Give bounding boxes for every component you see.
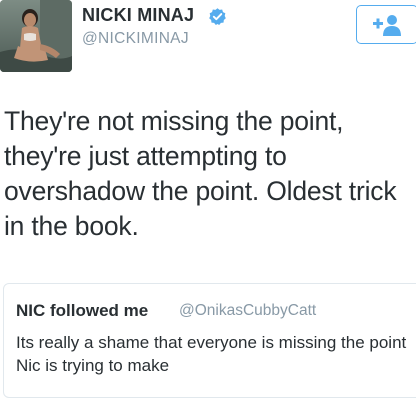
quoted-text: Its really a shame that everyone is miss… xyxy=(16,333,407,375)
handle[interactable]: @NICKIMINAJ xyxy=(82,30,189,48)
profile-photo-icon xyxy=(0,0,72,72)
quoted-handle: @OnikasCubbyCatt xyxy=(179,302,317,319)
verified-badge-icon xyxy=(209,8,226,25)
tweet-text: They're not missing the point, they're j… xyxy=(4,106,397,241)
follow-button[interactable] xyxy=(356,5,416,44)
display-name[interactable]: NICKI MINAJ xyxy=(82,5,194,26)
quoted-display-name: NIC followed me xyxy=(16,301,149,320)
quoted-tweet[interactable]: NIC followed me @OnikasCubbyCatt Its rea… xyxy=(3,283,416,398)
tweet-card: NICKI MINAJ @NICKIMINAJ They're not miss… xyxy=(0,0,416,408)
avatar[interactable] xyxy=(0,0,72,72)
follow-user-plus-icon xyxy=(373,15,401,36)
